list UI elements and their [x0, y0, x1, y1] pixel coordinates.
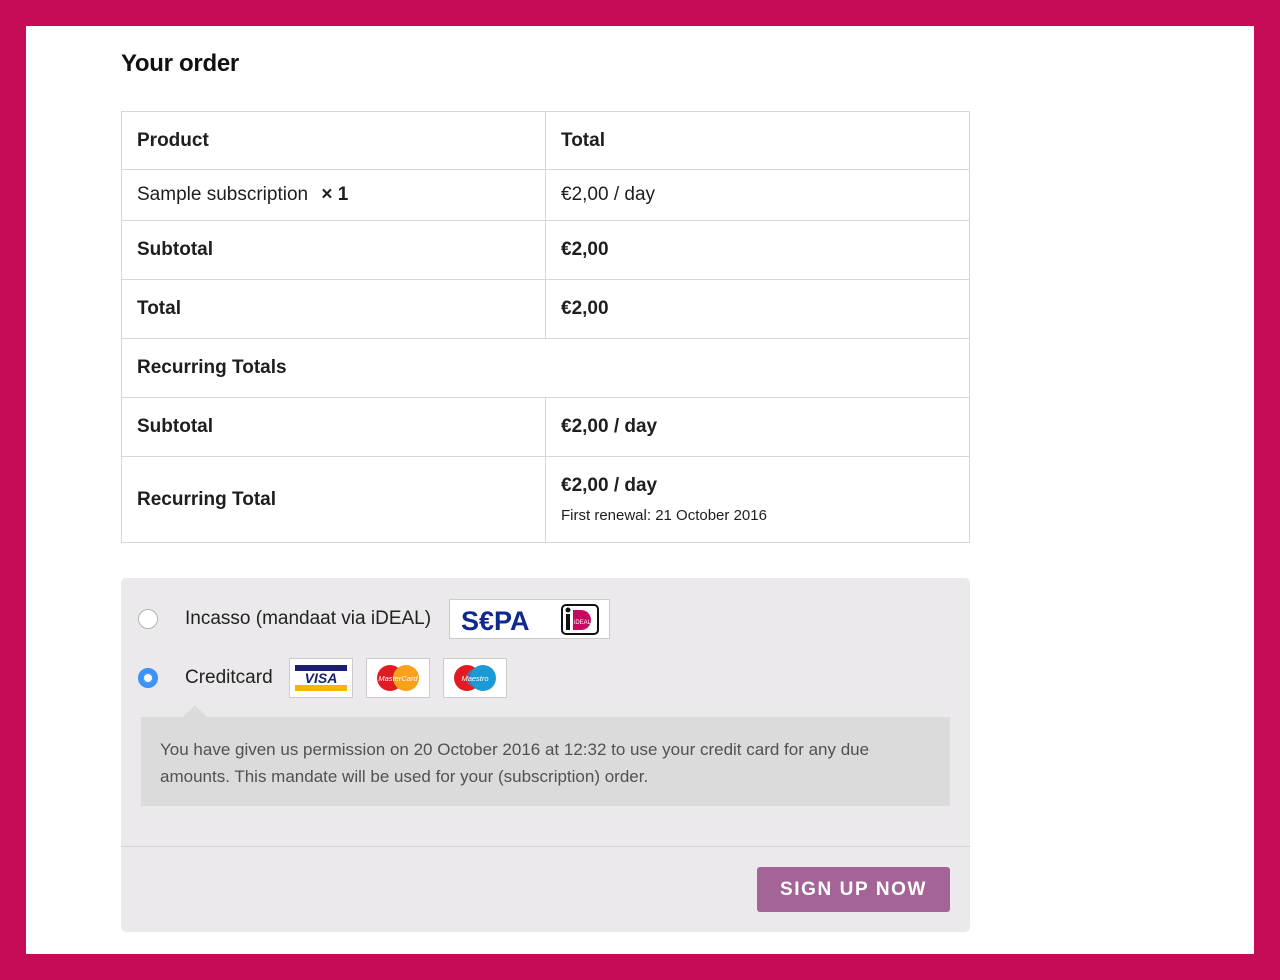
first-renewal-note: First renewal: 21 October 2016 — [561, 507, 767, 524]
mandate-pointer — [183, 705, 207, 717]
payment-section: Incasso (mandaat via iDEAL) S€PA iDEAL C… — [121, 578, 970, 932]
total-value: €2,00 — [545, 279, 970, 339]
subtotal-value: €2,00 — [545, 220, 970, 280]
product-column-header: Product — [121, 111, 546, 170]
total-label: Total — [121, 279, 546, 339]
svg-text:VISA: VISA — [304, 670, 337, 686]
visa-icon: VISA — [288, 658, 353, 698]
payment-method-creditcard[interactable]: Creditcard VISA MasterCard Maestro — [138, 658, 520, 698]
total-column-header: Total — [545, 111, 970, 170]
ideal-text: iDEAL — [574, 620, 592, 626]
sepa-text: S€PA — [461, 606, 530, 636]
recurring-heading-row: Recurring Totals — [121, 338, 970, 398]
recurring-heading: Recurring Totals — [121, 338, 970, 398]
mandate-description: You have given us permission on 20 Octob… — [141, 717, 950, 806]
item-name: Sample subscription — [137, 184, 309, 205]
mastercard-icon: MasterCard — [365, 658, 430, 698]
order-table: Product Total Sample subscription × 1 €2… — [121, 111, 970, 543]
recurring-subtotal-row: Subtotal €2,00 / day — [121, 397, 970, 457]
divider — [121, 846, 970, 847]
item-cell: Sample subscription × 1 — [121, 169, 546, 221]
recurring-total-value: €2,00 / day — [561, 475, 658, 496]
incasso-radio[interactable] — [138, 609, 158, 629]
incasso-label[interactable]: Incasso (mandaat via iDEAL) — [185, 608, 431, 630]
recurring-total-label: Recurring Total — [121, 456, 546, 543]
maestro-icon: Maestro — [442, 658, 507, 698]
table-row: Sample subscription × 1 €2,00 / day — [121, 169, 970, 221]
item-price: €2,00 / day — [545, 169, 970, 221]
svg-text:Maestro: Maestro — [461, 674, 488, 683]
sign-up-button[interactable]: SIGN UP NOW — [757, 867, 950, 912]
payment-method-incasso[interactable]: Incasso (mandaat via iDEAL) S€PA iDEAL — [138, 599, 611, 639]
svg-text:MasterCard: MasterCard — [378, 674, 418, 683]
page-frame: Your order Product Total Sample subscrip… — [26, 26, 1254, 954]
item-quantity: × 1 — [321, 184, 349, 205]
recurring-total-cell: €2,00 / day First renewal: 21 October 20… — [545, 456, 970, 543]
creditcard-label[interactable]: Creditcard — [185, 667, 273, 689]
recurring-total-row: Recurring Total €2,00 / day First renewa… — [121, 456, 970, 543]
recurring-subtotal-value: €2,00 / day — [545, 397, 970, 457]
recurring-subtotal-label: Subtotal — [121, 397, 546, 457]
creditcard-radio[interactable] — [138, 668, 158, 688]
total-row: Total €2,00 — [121, 279, 970, 339]
subtotal-label: Subtotal — [121, 220, 546, 280]
table-header-row: Product Total — [121, 111, 970, 170]
subtotal-row: Subtotal €2,00 — [121, 220, 970, 280]
sepa-ideal-logo: S€PA iDEAL — [449, 599, 611, 639]
order-heading: Your order — [121, 50, 239, 77]
sepa-logo: S€PA iDEAL — [461, 604, 599, 636]
